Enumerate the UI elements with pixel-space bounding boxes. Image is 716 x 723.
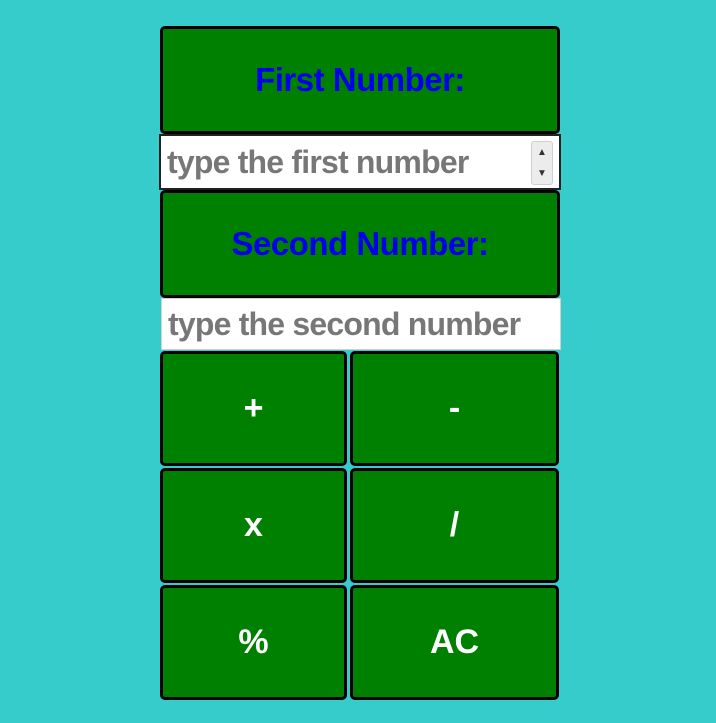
divide-button[interactable]: /	[350, 468, 559, 583]
spinner-up-icon[interactable]: ▲	[537, 147, 547, 158]
second-number-label-box: Second Number:	[160, 190, 560, 298]
second-number-label: Second Number:	[231, 225, 489, 262]
first-number-label-box: First Number:	[160, 26, 560, 134]
clear-button[interactable]: AC	[350, 585, 559, 700]
first-number-field-wrap: ▲ ▼	[159, 134, 561, 190]
second-number-field-wrap	[161, 298, 561, 350]
calculator: First Number: ▲ ▼ Second Number: + - x /…	[159, 26, 562, 701]
first-number-input[interactable]	[161, 136, 559, 188]
add-button[interactable]: +	[160, 351, 347, 466]
first-number-label: First Number:	[255, 61, 465, 98]
subtract-button[interactable]: -	[350, 351, 559, 466]
number-spinner[interactable]: ▲ ▼	[531, 141, 553, 185]
spinner-down-icon[interactable]: ▼	[537, 168, 547, 179]
multiply-button[interactable]: x	[160, 468, 347, 583]
operator-grid: + - x / % AC	[160, 350, 560, 701]
percent-button[interactable]: %	[160, 585, 347, 700]
second-number-input[interactable]	[162, 299, 560, 349]
